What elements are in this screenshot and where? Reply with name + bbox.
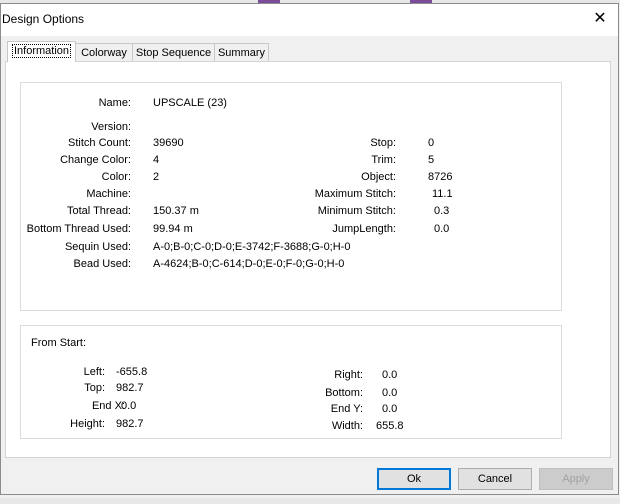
sequin-used-value: A-0;B-0;C-0;D-0;E-3742;F-3688;G-0;H-0 [153,241,351,253]
right-label: Right: [334,369,363,381]
bead-used-value: A-4624;B-0;C-614;D-0;E-0;F-0;G-0;H-0 [153,258,345,270]
cancel-button[interactable]: Cancel [458,468,532,490]
background-canvas-bottom [0,498,620,504]
design-options-dialog: Design Options ✕ Information Colorway St… [0,3,619,495]
tab-summary[interactable]: Summary [214,43,269,61]
total-thread-value: 150.37 m [153,205,199,217]
apply-button[interactable]: Apply [539,468,613,490]
bottom-thread-label: Bottom Thread Used: [26,223,131,235]
max-stitch-value: 11.1 [432,188,453,200]
jump-length-label: JumpLength: [332,223,396,235]
end-y-value: 0.0 [382,403,398,415]
information-panel: Name: UPSCALE (23) Version: Stitch Count… [5,61,611,458]
bottom-label: Bottom: [325,387,363,399]
close-icon[interactable]: ✕ [590,9,610,29]
top-label: Top: [84,382,105,394]
ok-button[interactable]: Ok [377,468,451,490]
color-value: 2 [153,171,160,183]
tab-information[interactable]: Information [7,41,76,62]
machine-label: Machine: [86,188,131,200]
name-label: Name: [98,97,131,109]
bead-used-label: Bead Used: [73,258,131,270]
trim-value: 5 [428,154,435,166]
from-start-heading: From Start: [31,337,87,349]
object-value: 8726 [428,171,453,183]
bottom-thread-value: 99.94 m [153,223,193,235]
tab-colorway[interactable]: Colorway [75,43,133,61]
stitch-count-value: 39690 [153,137,184,149]
height-label: Height: [70,418,105,430]
dialog-title: Design Options [2,12,85,26]
change-color-value: 4 [153,154,160,166]
right-value: 0.0 [382,369,398,381]
top-value: 982.7 [116,382,144,394]
object-label: Object: [361,171,396,183]
jump-length-value: 0.0 [434,223,450,235]
version-label: Version: [91,121,131,133]
height-value: 982.7 [116,418,144,430]
stop-label: Stop: [370,137,396,149]
width-label: Width: [331,420,363,432]
design-info-group: Name: UPSCALE (23) Version: Stitch Count… [20,82,562,311]
from-start-group: From Start: Left: -655.8 Top: 982.7 End … [20,325,562,439]
stop-value: 0 [428,137,435,149]
min-stitch-value: 0.3 [434,205,450,217]
title-bar: Design Options ✕ [1,4,618,36]
total-thread-label: Total Thread: [66,205,131,217]
tab-stop-sequence[interactable]: Stop Sequence [132,43,215,61]
trim-label: Trim: [371,154,396,166]
width-value: 655.8 [376,420,404,432]
sequin-used-label: Sequin Used: [64,241,131,253]
max-stitch-label: Maximum Stitch: [314,188,396,200]
change-color-label: Change Color: [60,154,131,166]
min-stitch-label: Minimum Stitch: [317,205,396,217]
stitch-count-label: Stitch Count: [68,137,131,149]
color-label: Color: [101,171,131,183]
left-value: -655.8 [116,366,148,378]
left-label: Left: [83,366,105,378]
name-value: UPSCALE (23) [153,97,227,109]
bottom-value: 0.0 [382,387,398,399]
end-x-value: 0.0 [121,400,137,412]
end-y-label: End Y: [330,403,363,415]
